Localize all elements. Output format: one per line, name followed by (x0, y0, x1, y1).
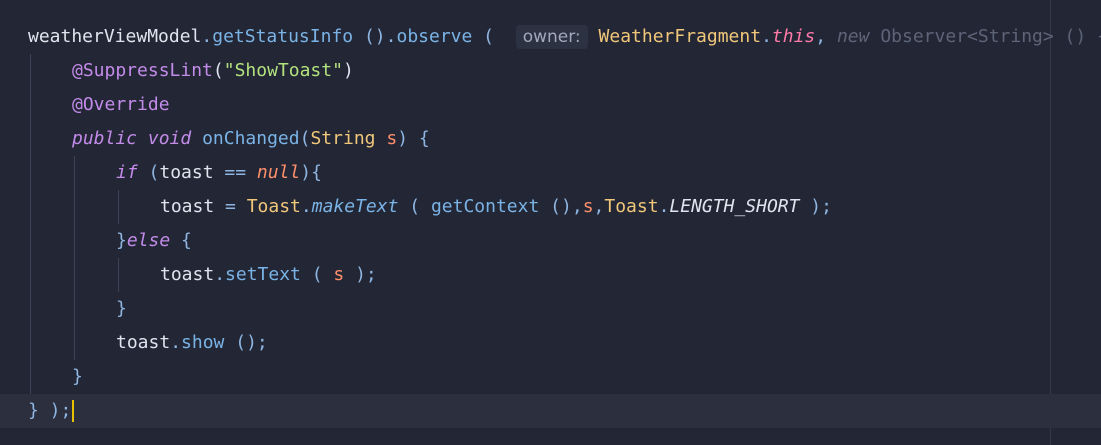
code-token: . (658, 196, 670, 217)
code-line[interactable]: @SuppressLint("ShowToast") (0, 54, 1101, 88)
code-token: . (201, 26, 213, 47)
code-token: . (761, 26, 772, 47)
code-token: ( (299, 128, 311, 149)
code-token: ); (799, 196, 832, 217)
code-token: LENGTH_SHORT (669, 196, 800, 217)
code-token: void (147, 128, 192, 149)
code-line[interactable]: toast = Toast.makeText ( getContext (),s… (0, 190, 1101, 224)
code-line-text: } (72, 360, 83, 394)
code-token: toast (160, 196, 215, 217)
code-token: = (214, 196, 247, 217)
code-token: toast (116, 332, 171, 353)
code-line[interactable]: if (toast == null){ (0, 156, 1101, 190)
code-line-text: if (toast == null){ (116, 156, 322, 190)
code-line-text: public void onChanged(String s) { (72, 122, 430, 156)
indent-guide (118, 190, 119, 224)
code-token: ( (212, 60, 224, 81)
code-line-text: toast = Toast.makeText ( getContext (),s… (160, 190, 832, 224)
code-token: makeText (311, 196, 399, 217)
code-line[interactable]: } ); (0, 394, 1101, 428)
parameter-hint: owner: (515, 25, 588, 49)
code-token: @Override (72, 94, 170, 115)
code-token: getContext (430, 196, 540, 217)
code-token: . (170, 332, 182, 353)
code-token: toast (160, 264, 215, 285)
code-line-text: }else { (116, 224, 192, 258)
code-token: public (72, 128, 138, 149)
code-line[interactable]: toast.setText ( s ); (0, 258, 1101, 292)
code-token: Toast (246, 196, 301, 217)
code-token: ); (344, 264, 377, 285)
code-token: } (72, 366, 83, 387)
code-token: "ShowToast" (223, 60, 343, 81)
code-token: } (116, 230, 127, 251)
code-token: weatherViewModel (28, 26, 202, 47)
code-token: s (582, 196, 594, 217)
code-token: , (593, 196, 605, 217)
code-token: } (116, 298, 127, 319)
code-line[interactable]: @Override (0, 88, 1101, 122)
code-token: ( (300, 264, 334, 285)
code-line[interactable]: } (0, 292, 1101, 326)
code-token: (), (539, 196, 583, 217)
code-token: . (214, 264, 226, 285)
code-token: , (815, 26, 837, 47)
indent-guide (30, 54, 31, 394)
code-token: ){ (300, 162, 322, 183)
code-token: ( (398, 196, 431, 217)
code-token: if (116, 162, 138, 183)
code-token: new (836, 26, 870, 47)
code-token: { (170, 230, 192, 251)
code-token: @SuppressLint (72, 60, 213, 81)
code-line-text: } ); (28, 394, 75, 428)
indent-guide (74, 156, 75, 360)
code-editor[interactable]: weatherViewModel.getStatusInfo ().observ… (0, 0, 1101, 445)
code-line-text: } (116, 292, 127, 326)
code-token: (); (224, 332, 268, 353)
code-token: onChanged (202, 128, 300, 149)
code-line[interactable]: toast.show (); (0, 326, 1101, 360)
code-token: observe (396, 26, 473, 47)
text-cursor (72, 400, 75, 422)
code-token: } ); (28, 400, 72, 421)
code-token: null (256, 162, 301, 183)
code-line[interactable]: weatherViewModel.getStatusInfo ().observ… (0, 20, 1101, 54)
code-token: getStatusInfo (212, 26, 354, 47)
code-token: this (771, 26, 816, 47)
code-token: ) { (397, 128, 430, 149)
code-token: String (310, 128, 376, 149)
code-token: Toast (604, 196, 659, 217)
code-token: s (386, 128, 398, 149)
indent-guide (118, 258, 119, 292)
code-token: (). (353, 26, 397, 47)
code-line-text: toast.show (); (116, 326, 268, 360)
code-token: setText (225, 264, 301, 285)
code-token: show (181, 332, 225, 353)
code-token: == (213, 162, 257, 183)
code-token: s (333, 264, 345, 285)
code-line-text: toast.setText ( s ); (160, 258, 377, 292)
code-line-text: weatherViewModel.getStatusInfo ().observ… (28, 20, 1101, 54)
code-token: else (126, 230, 171, 251)
code-line[interactable]: } (0, 360, 1101, 394)
code-line-text: @Override (72, 88, 170, 122)
code-token: WeatherFragment (598, 26, 762, 47)
code-line[interactable]: }else { (0, 224, 1101, 258)
code-token: ( (137, 162, 160, 183)
code-line[interactable]: public void onChanged(String s) { (0, 122, 1101, 156)
code-token: ( (472, 26, 516, 47)
code-token: Observer<String> () { (869, 26, 1101, 47)
code-token: toast (159, 162, 214, 183)
code-token: . (300, 196, 312, 217)
code-token: ) (342, 60, 354, 81)
code-line-text: @SuppressLint("ShowToast") (72, 54, 354, 88)
